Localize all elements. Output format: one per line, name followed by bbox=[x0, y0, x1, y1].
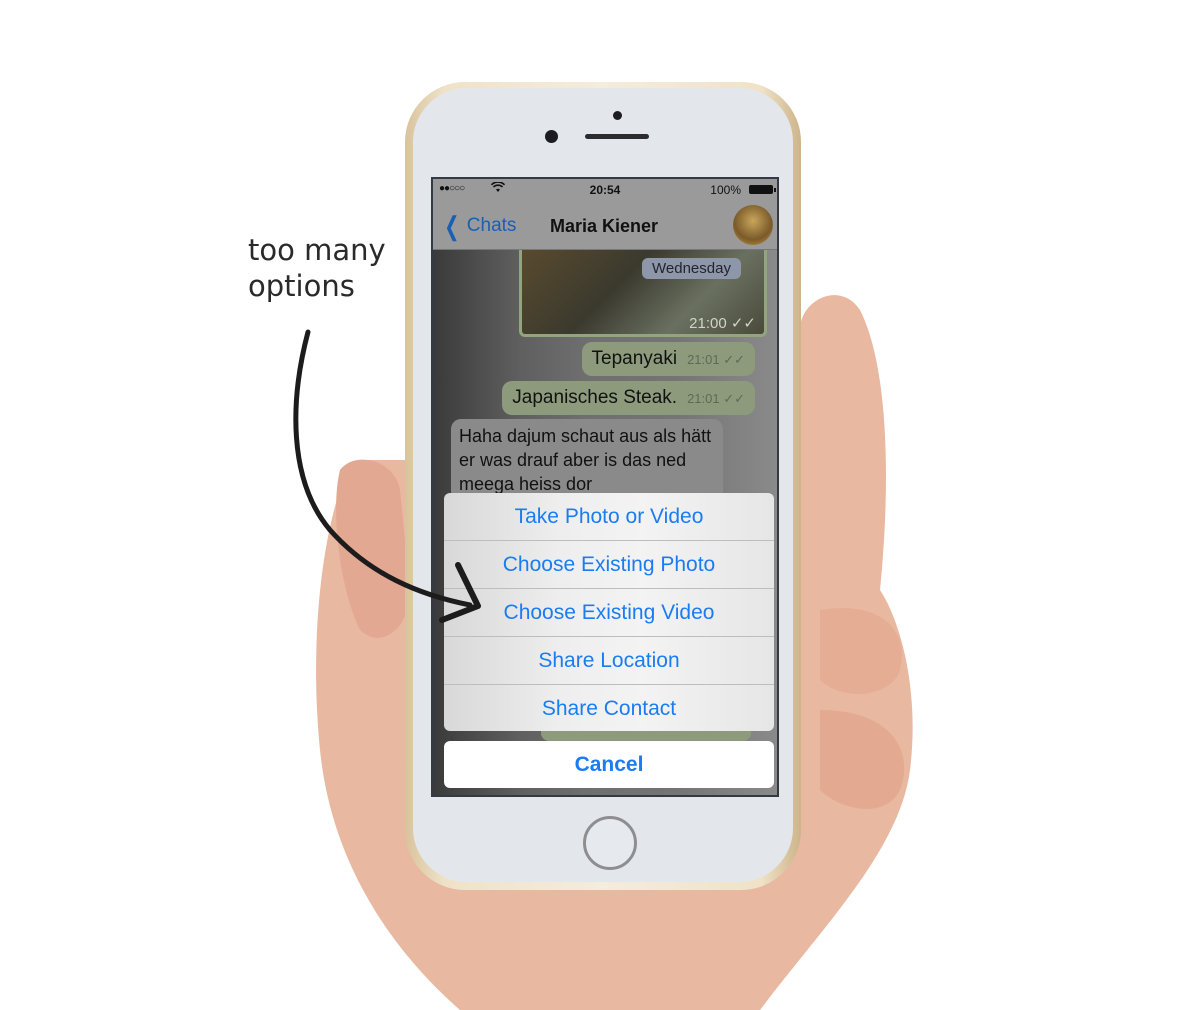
chat-title[interactable]: Maria Kiener bbox=[433, 216, 777, 237]
message-text: Japanisches Steak. bbox=[512, 387, 678, 408]
navigation-bar: ❮ Chats Maria Kiener bbox=[433, 201, 777, 250]
earpiece-speaker bbox=[585, 134, 649, 139]
front-camera bbox=[545, 130, 558, 143]
message-time: 21:01 ✓✓ bbox=[687, 391, 745, 406]
message-text: Tepanyaki bbox=[591, 348, 678, 369]
outgoing-message[interactable]: Japanisches Steak. 21:01 ✓✓ bbox=[502, 381, 755, 415]
share-location-option[interactable]: Share Location bbox=[444, 637, 774, 685]
status-bar: ●●○○○ 20:54 100% bbox=[433, 179, 777, 201]
annotation-line-1: too many bbox=[248, 233, 386, 267]
proximity-sensor bbox=[613, 111, 622, 120]
cancel-button[interactable]: Cancel bbox=[444, 741, 774, 788]
home-button[interactable] bbox=[583, 816, 637, 870]
message-time: 21:01 ✓✓ bbox=[687, 352, 745, 367]
photo-timestamp: 21:00 ✓✓ bbox=[689, 315, 756, 332]
battery-percent: 100% bbox=[710, 183, 741, 197]
annotation-arrow-icon bbox=[293, 329, 481, 623]
day-badge: Wednesday bbox=[642, 258, 741, 279]
contact-avatar[interactable] bbox=[733, 205, 773, 245]
share-contact-option[interactable]: Share Contact bbox=[444, 685, 774, 731]
outgoing-message[interactable]: Tepanyaki 21:01 ✓✓ bbox=[581, 342, 755, 376]
battery-icon bbox=[749, 185, 776, 194]
photo-message[interactable]: Wednesday 21:00 ✓✓ bbox=[519, 250, 767, 337]
partially-hidden-message bbox=[541, 731, 751, 741]
